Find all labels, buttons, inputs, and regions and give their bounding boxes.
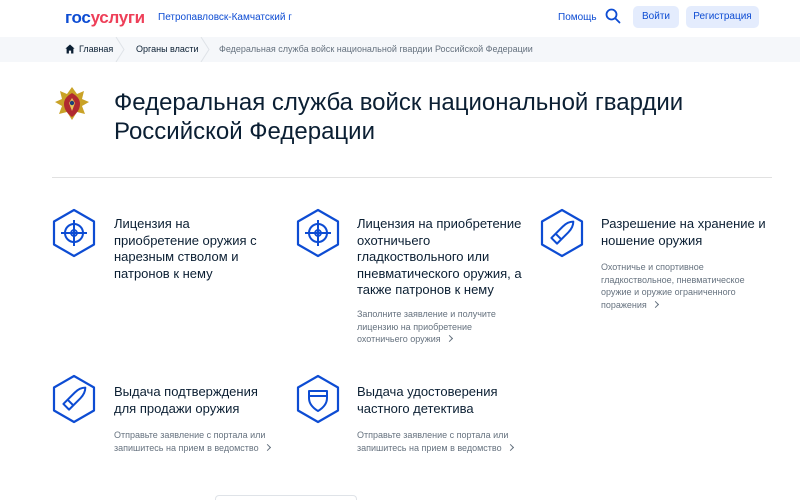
breadcrumb-home[interactable]: Главная (65, 37, 113, 62)
service-description: Заполните заявление и получите лицензию … (357, 309, 496, 344)
service-description: Отправьте заявление с портала или запиши… (357, 429, 527, 454)
crosshair-icon (296, 208, 340, 258)
service-title[interactable]: Выдача подтверждения для продажи оружия (114, 384, 274, 417)
service-title[interactable]: Лицензия на приобретение охотничьего гла… (357, 216, 537, 299)
bullet-icon (540, 208, 584, 258)
gosuslugi-logo[interactable]: госуслуги (65, 8, 145, 28)
crosshair-icon (52, 208, 96, 258)
breadcrumb-organs[interactable]: Органы власти (136, 37, 199, 62)
site-header: госуслуги Петропавловск-Камчатский г Пом… (0, 0, 800, 36)
divider (52, 177, 772, 178)
chevron-right-icon[interactable] (263, 443, 271, 451)
chevron-right-icon[interactable] (651, 300, 659, 308)
help-link[interactable]: Помощь (558, 12, 597, 24)
bullet-icon (52, 374, 96, 424)
breadcrumb: Главная Органы власти Федеральная служба… (0, 37, 800, 62)
service-description: Охотничье и спортивное гладкоствольное, … (601, 262, 745, 310)
breadcrumb-current: Федеральная служба войск национальной гв… (219, 44, 533, 54)
breadcrumb-separator (200, 37, 210, 62)
breadcrumb-separator (115, 37, 125, 62)
chevron-right-icon[interactable] (506, 443, 514, 451)
home-icon (65, 44, 75, 54)
chevron-right-icon[interactable] (445, 334, 453, 343)
service-title[interactable]: Выдача удостоверения частного детектива (357, 384, 527, 417)
more-services-panel (215, 495, 357, 500)
city-selector[interactable]: Петропавловск-Камчатский г (158, 12, 292, 24)
page-title: Федеральная служба войск национальной гв… (114, 89, 684, 145)
service-description: Отправьте заявление с портала или запиши… (114, 429, 284, 454)
service-title[interactable]: Разрешение на хранение и ношение оружия (601, 216, 781, 249)
rosgvardia-emblem-icon (55, 87, 89, 120)
login-button[interactable]: Войти (633, 6, 679, 28)
shield-icon (296, 374, 340, 424)
service-title[interactable]: Лицензия на приобретение оружия с нарезн… (114, 216, 274, 282)
register-button[interactable]: Регистрация (686, 6, 759, 28)
search-icon[interactable] (605, 8, 621, 24)
